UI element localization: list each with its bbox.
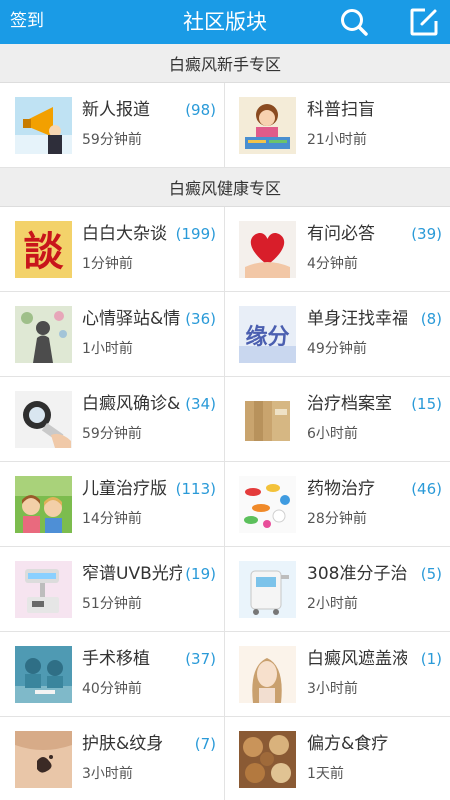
post-count: (5) bbox=[420, 565, 442, 583]
post-count: (7) bbox=[194, 735, 216, 753]
section-header-newbie: 白癜风新手专区 bbox=[0, 44, 450, 83]
last-active-time: 40分钟前 bbox=[82, 681, 142, 697]
forum-item-records[interactable]: 治疗档案室 (15) 6小时前 bbox=[225, 377, 450, 462]
last-active-time: 14分钟前 bbox=[82, 511, 142, 527]
post-count: (98) bbox=[185, 101, 216, 119]
forum-name: 儿童治疗版 bbox=[82, 479, 167, 499]
last-active-time: 1小时前 bbox=[82, 341, 133, 357]
forum-grid-newbie: 新人报道 (98) 59分钟前 科普扫盲 21小时前 bbox=[0, 83, 450, 168]
post-count: (15) bbox=[411, 395, 442, 413]
last-active-time: 28分钟前 bbox=[307, 511, 367, 527]
page-title: 社区版块 bbox=[183, 10, 267, 34]
forum-item-science[interactable]: 科普扫盲 21小时前 bbox=[225, 83, 450, 168]
forum-grid-health: 談 白白大杂谈 (199) 1分钟前 有问必答 (39) 4分钟前 心情驿站&情… bbox=[0, 207, 450, 800]
forum-item-newcomer[interactable]: 新人报道 (98) 59分钟前 bbox=[0, 83, 225, 168]
forum-item-qa[interactable]: 有问必答 (39) 4分钟前 bbox=[225, 207, 450, 292]
forum-item-surgery[interactable]: 手术移植 (37) 40分钟前 bbox=[0, 632, 225, 717]
forum-name: 护肤&纹身 bbox=[82, 734, 164, 754]
last-active-time: 51分钟前 bbox=[82, 596, 142, 612]
forum-thumbnail-reading-girl bbox=[239, 97, 296, 154]
forum-thumbnail-pills bbox=[239, 476, 296, 533]
forum-name: 新人报道 bbox=[82, 100, 150, 120]
forum-item-chat[interactable]: 談 白白大杂谈 (199) 1分钟前 bbox=[0, 207, 225, 292]
search-icon bbox=[341, 9, 368, 36]
forum-thumbnail-surgeons bbox=[15, 646, 72, 703]
last-active-time: 21小时前 bbox=[307, 132, 367, 148]
forum-item-uvb[interactable]: 窄谱UVB光疗 (19) 51分钟前 bbox=[0, 547, 225, 632]
forum-name: 有问必答 bbox=[307, 224, 375, 244]
forum-thumbnail-laser-machine bbox=[239, 561, 296, 618]
forum-item-mood[interactable]: 心情驿站&情 (36) 1小时前 bbox=[0, 292, 225, 377]
forum-name: 偏方&食疗 bbox=[307, 734, 389, 754]
forum-thumbnail-uvb-device bbox=[15, 561, 72, 618]
forum-name: 心情驿站&情 bbox=[82, 309, 181, 329]
forum-thumbnail-file-boxes bbox=[239, 391, 296, 448]
forum-thumbnail-heart bbox=[239, 221, 296, 278]
forum-thumbnail-magnifier bbox=[15, 391, 72, 448]
forum-item-children[interactable]: 儿童治疗版 (113) 14分钟前 bbox=[0, 462, 225, 547]
last-active-time: 1天前 bbox=[307, 766, 344, 782]
last-active-time: 6小时前 bbox=[307, 426, 358, 442]
post-count: (34) bbox=[185, 395, 216, 413]
forum-name: 治疗档案室 bbox=[307, 394, 392, 414]
post-count: (8) bbox=[420, 310, 442, 328]
last-active-time: 1分钟前 bbox=[82, 256, 133, 272]
checkin-button[interactable]: 签到 bbox=[10, 10, 44, 32]
forum-name: 白白大杂谈 bbox=[82, 224, 167, 244]
last-active-time: 2小时前 bbox=[307, 596, 358, 612]
top-bar: 签到 社区版块 bbox=[0, 0, 450, 44]
post-count: (199) bbox=[175, 225, 216, 243]
compose-icon bbox=[410, 8, 438, 36]
post-count: (1) bbox=[420, 650, 442, 668]
forum-name: 白癜风遮盖液 bbox=[307, 649, 407, 669]
compose-button[interactable] bbox=[408, 6, 440, 38]
forum-item-excimer[interactable]: 308准分子治疗 (5) 2小时前 bbox=[225, 547, 450, 632]
post-count: (19) bbox=[185, 565, 216, 583]
forum-item-concealer[interactable]: 白癜风遮盖液 (1) 3小时前 bbox=[225, 632, 450, 717]
section-header-health: 白癜风健康专区 bbox=[0, 168, 450, 207]
forum-thumbnail-fate: 缘分 bbox=[239, 306, 296, 363]
forum-thumbnail-herbs bbox=[239, 731, 296, 788]
last-active-time: 49分钟前 bbox=[307, 341, 367, 357]
forum-name: 单身汪找幸福 bbox=[307, 309, 407, 329]
forum-thumbnail-megaphone bbox=[15, 97, 72, 154]
forum-thumbnail-tattoo bbox=[15, 731, 72, 788]
last-active-time: 59分钟前 bbox=[82, 426, 142, 442]
search-button[interactable] bbox=[338, 6, 370, 38]
svg-text:談: 談 bbox=[24, 228, 64, 275]
forum-item-medication[interactable]: 药物治疗 (46) 28分钟前 bbox=[225, 462, 450, 547]
forum-name: 窄谱UVB光疗 bbox=[82, 564, 182, 584]
forum-thumbnail-children bbox=[15, 476, 72, 533]
post-count: (39) bbox=[411, 225, 442, 243]
forum-item-folk-remedy[interactable]: 偏方&食疗 1天前 bbox=[225, 717, 450, 800]
post-count: (46) bbox=[411, 480, 442, 498]
forum-name: 药物治疗 bbox=[307, 479, 375, 499]
forum-name: 308准分子治疗 bbox=[307, 564, 407, 584]
last-active-time: 3小时前 bbox=[82, 766, 133, 782]
forum-name: 白癜风确诊& bbox=[82, 394, 181, 414]
app-root: 签到 社区版块 白癜风新手专区 新人报道 (98) 59分钟前 科普扫盲 21小… bbox=[0, 0, 450, 800]
forum-name: 手术移植 bbox=[82, 649, 150, 669]
last-active-time: 4分钟前 bbox=[307, 256, 358, 272]
forum-thumbnail-calligraphy: 談 bbox=[15, 221, 72, 278]
forum-name: 科普扫盲 bbox=[307, 100, 375, 120]
last-active-time: 3小时前 bbox=[307, 681, 358, 697]
forum-item-skincare[interactable]: 护肤&纹身 (7) 3小时前 bbox=[0, 717, 225, 800]
forum-thumbnail-silhouette bbox=[15, 306, 72, 363]
svg-text:缘分: 缘分 bbox=[245, 324, 289, 350]
post-count: (36) bbox=[185, 310, 216, 328]
forum-item-singles[interactable]: 缘分 单身汪找幸福 (8) 49分钟前 bbox=[225, 292, 450, 377]
post-count: (113) bbox=[175, 480, 216, 498]
forum-thumbnail-woman-portrait bbox=[239, 646, 296, 703]
forum-item-diagnosis[interactable]: 白癜风确诊& (34) 59分钟前 bbox=[0, 377, 225, 462]
post-count: (37) bbox=[185, 650, 216, 668]
last-active-time: 59分钟前 bbox=[82, 132, 142, 148]
